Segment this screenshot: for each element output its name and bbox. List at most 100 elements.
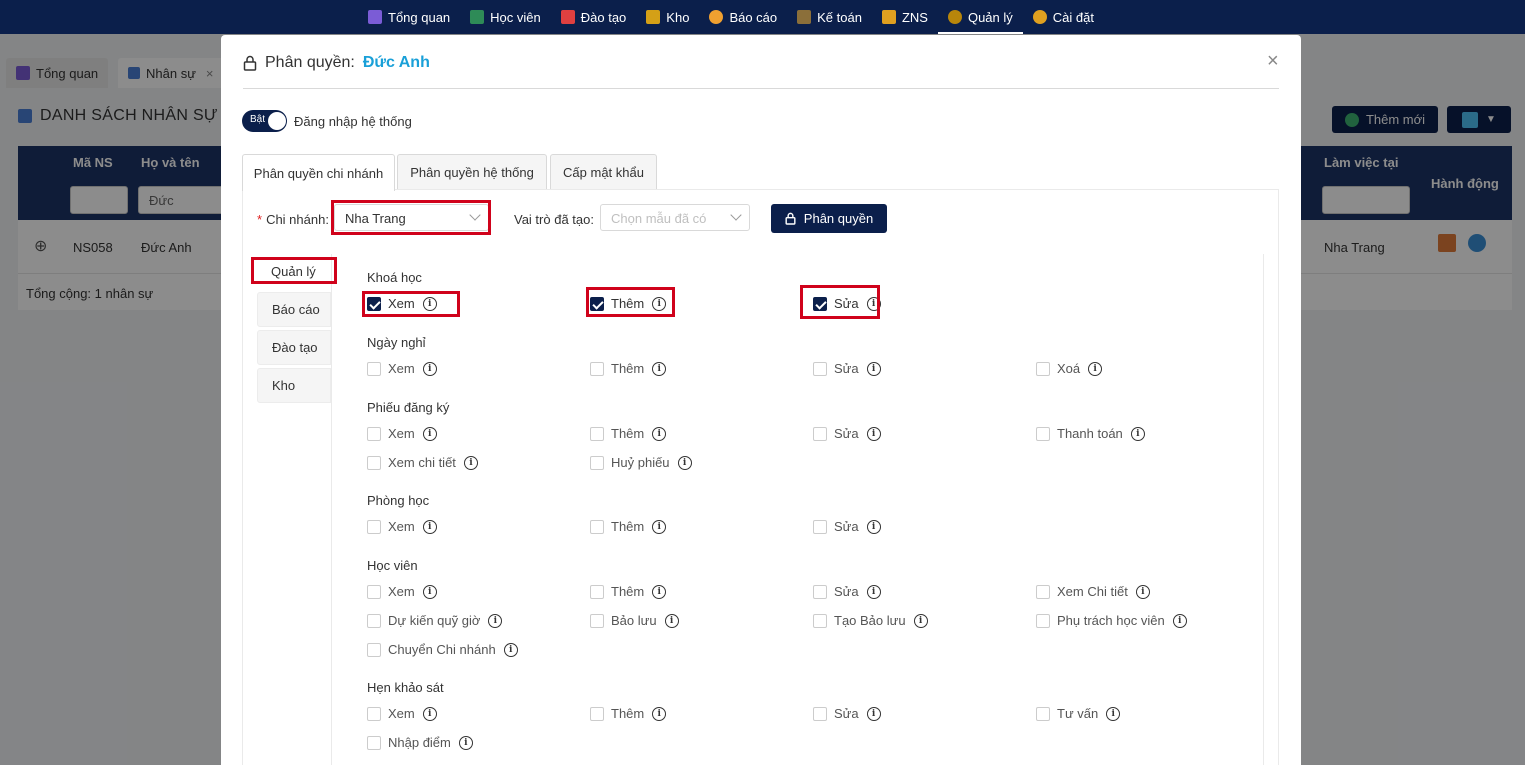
checkbox[interactable] <box>590 519 604 534</box>
nav-item-reports[interactable]: Báo cáo <box>699 0 787 34</box>
checkbox[interactable] <box>813 584 827 599</box>
perm-students-add[interactable]: Thêm i <box>590 584 667 599</box>
perm-classroom-view[interactable]: Xem i <box>367 519 437 534</box>
info-icon[interactable]: i <box>652 706 667 721</box>
info-icon[interactable]: i <box>1088 361 1103 376</box>
checkbox[interactable] <box>367 613 381 628</box>
info-icon[interactable]: i <box>422 519 437 534</box>
checkbox[interactable] <box>590 706 604 721</box>
checkbox[interactable] <box>813 706 827 721</box>
nav-item-dashboard[interactable]: Tổng quan <box>358 0 460 34</box>
side-tab-training[interactable]: Đào tạo <box>257 330 331 365</box>
checkbox[interactable] <box>367 642 381 657</box>
nav-item-training[interactable]: Đào tạo <box>551 0 637 34</box>
info-icon[interactable]: i <box>1135 584 1150 599</box>
info-icon[interactable]: i <box>422 426 437 441</box>
checkbox[interactable] <box>367 584 381 599</box>
nav-item-zns[interactable]: ZNS <box>872 0 938 34</box>
info-icon[interactable]: i <box>664 613 679 628</box>
checkbox[interactable] <box>1036 426 1050 441</box>
checkbox[interactable] <box>367 519 381 534</box>
perm-students-detail[interactable]: Xem Chi tiết i <box>1036 584 1150 599</box>
info-icon[interactable]: i <box>866 584 881 599</box>
checkbox[interactable] <box>590 426 604 441</box>
nav-item-students[interactable]: Học viên <box>460 0 551 34</box>
tab-system-permission[interactable]: Phân quyền hệ thống <box>397 154 547 190</box>
perm-registration-detail[interactable]: Xem chi tiết i <box>367 455 478 470</box>
info-icon[interactable]: i <box>422 361 437 376</box>
info-icon[interactable]: i <box>652 426 667 441</box>
checkbox[interactable] <box>367 361 381 376</box>
side-tab-reports[interactable]: Báo cáo <box>257 292 331 327</box>
checkbox[interactable] <box>367 706 381 721</box>
info-icon[interactable]: i <box>652 584 667 599</box>
info-icon[interactable]: i <box>866 426 881 441</box>
perm-survey-score[interactable]: Nhập điểm i <box>367 735 473 750</box>
nav-item-management[interactable]: Quản lý <box>937 0 1023 34</box>
perm-students-edit[interactable]: Sửa i <box>813 584 881 599</box>
close-icon[interactable]: × <box>1267 50 1279 73</box>
perm-survey-add[interactable]: Thêm i <box>590 706 667 721</box>
info-icon[interactable]: i <box>652 519 667 534</box>
info-icon[interactable]: i <box>463 455 478 470</box>
perm-registration-view[interactable]: Xem i <box>367 426 437 441</box>
checkbox[interactable] <box>590 613 604 628</box>
perm-students-create-reserve[interactable]: Tạo Bảo lưu i <box>813 613 928 628</box>
info-icon[interactable]: i <box>458 735 473 750</box>
side-tab-warehouse[interactable]: Kho <box>257 368 331 403</box>
checkbox[interactable] <box>813 361 827 376</box>
checkbox[interactable] <box>590 584 604 599</box>
perm-registration-payment[interactable]: Thanh toán i <box>1036 426 1145 441</box>
perm-leave-add[interactable]: Thêm i <box>590 361 667 376</box>
apply-permission-button[interactable]: Phân quyền <box>771 204 887 233</box>
info-icon[interactable]: i <box>913 613 928 628</box>
checkbox[interactable] <box>1036 706 1050 721</box>
info-icon[interactable]: i <box>1172 613 1187 628</box>
checkbox[interactable] <box>367 735 381 750</box>
nav-item-settings[interactable]: Cài đặt <box>1023 0 1104 34</box>
tab-password[interactable]: Cấp mật khẩu <box>550 154 657 190</box>
perm-students-hours[interactable]: Dự kiến quỹ giờ i <box>367 613 503 628</box>
checkbox[interactable] <box>813 519 827 534</box>
info-icon[interactable]: i <box>503 642 518 657</box>
checkbox[interactable] <box>590 455 604 470</box>
perm-registration-edit[interactable]: Sửa i <box>813 426 881 441</box>
perm-students-in-charge[interactable]: Phụ trách học viên i <box>1036 613 1187 628</box>
perm-leave-delete[interactable]: Xoá i <box>1036 361 1103 376</box>
info-icon[interactable]: i <box>422 706 437 721</box>
perm-classroom-add[interactable]: Thêm i <box>590 519 667 534</box>
perm-students-reserve[interactable]: Bảo lưu i <box>590 613 679 628</box>
info-icon[interactable]: i <box>652 361 667 376</box>
perm-leave-view[interactable]: Xem i <box>367 361 437 376</box>
checkbox[interactable] <box>1036 613 1050 628</box>
perm-students-transfer[interactable]: Chuyển Chi nhánh i <box>367 642 518 657</box>
perm-survey-consult[interactable]: Tư vấn i <box>1036 706 1121 721</box>
perm-survey-edit[interactable]: Sửa i <box>813 706 881 721</box>
info-icon[interactable]: i <box>1106 706 1121 721</box>
perm-registration-cancel[interactable]: Huỷ phiếu i <box>590 455 692 470</box>
info-icon[interactable]: i <box>488 613 503 628</box>
role-template-select[interactable]: Chọn mẫu đã có <box>600 204 750 231</box>
info-icon[interactable]: i <box>422 584 437 599</box>
tab-branch-permission[interactable]: Phân quyền chi nhánh <box>242 154 395 191</box>
checkbox[interactable] <box>367 426 381 441</box>
info-icon[interactable]: i <box>866 361 881 376</box>
login-toggle[interactable]: Bật <box>242 110 287 132</box>
perm-classroom-edit[interactable]: Sửa i <box>813 519 881 534</box>
perm-students-view[interactable]: Xem i <box>367 584 437 599</box>
checkbox[interactable] <box>1036 361 1050 376</box>
checkbox[interactable] <box>1036 584 1050 599</box>
info-icon[interactable]: i <box>866 706 881 721</box>
nav-item-warehouse[interactable]: Kho <box>636 0 699 34</box>
perm-survey-view[interactable]: Xem i <box>367 706 437 721</box>
info-icon[interactable]: i <box>866 519 881 534</box>
info-icon[interactable]: i <box>677 455 692 470</box>
checkbox[interactable] <box>813 613 827 628</box>
info-icon[interactable]: i <box>1130 426 1145 441</box>
perm-leave-edit[interactable]: Sửa i <box>813 361 881 376</box>
checkbox[interactable] <box>367 455 381 470</box>
checkbox[interactable] <box>590 361 604 376</box>
perm-registration-add[interactable]: Thêm i <box>590 426 667 441</box>
checkbox[interactable] <box>813 426 827 441</box>
nav-item-accounting[interactable]: Kế toán <box>787 0 872 34</box>
